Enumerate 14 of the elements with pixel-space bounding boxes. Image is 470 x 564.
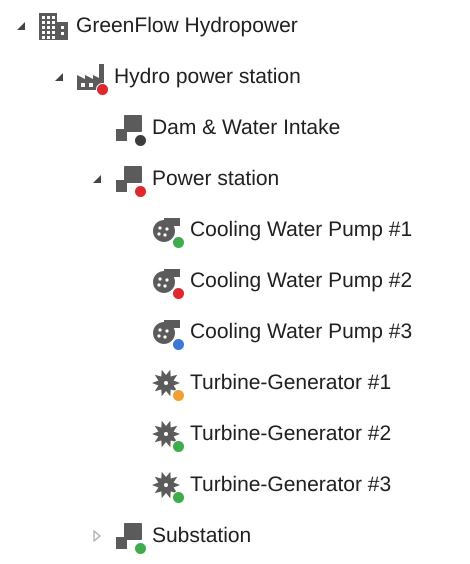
tree-item-label[interactable]: Turbine-Generator #2	[190, 422, 392, 446]
collapse-arrow-icon[interactable]	[14, 20, 26, 32]
collapse-arrow-icon[interactable]	[52, 70, 64, 82]
tree-item-label[interactable]: GreenFlow Hydropower	[76, 14, 298, 38]
tree-item-label[interactable]: Dam & Water Intake	[152, 116, 340, 140]
tree-item-label[interactable]: Cooling Water Pump #3	[190, 320, 412, 344]
tree-item-label[interactable]: Cooling Water Pump #1	[190, 218, 412, 242]
collapse-arrow-icon[interactable]	[90, 172, 102, 184]
tree-item-label[interactable]: Substation	[152, 524, 252, 548]
tree-item-label[interactable]: Turbine-Generator #3	[190, 472, 392, 496]
tree-item-label[interactable]: Hydro power station	[114, 64, 301, 88]
tree-item-label[interactable]: Cooling Water Pump #2	[190, 268, 412, 292]
tree-item-label[interactable]: Power station	[152, 166, 280, 190]
tree-item-label[interactable]: Turbine-Generator #1	[190, 370, 392, 394]
